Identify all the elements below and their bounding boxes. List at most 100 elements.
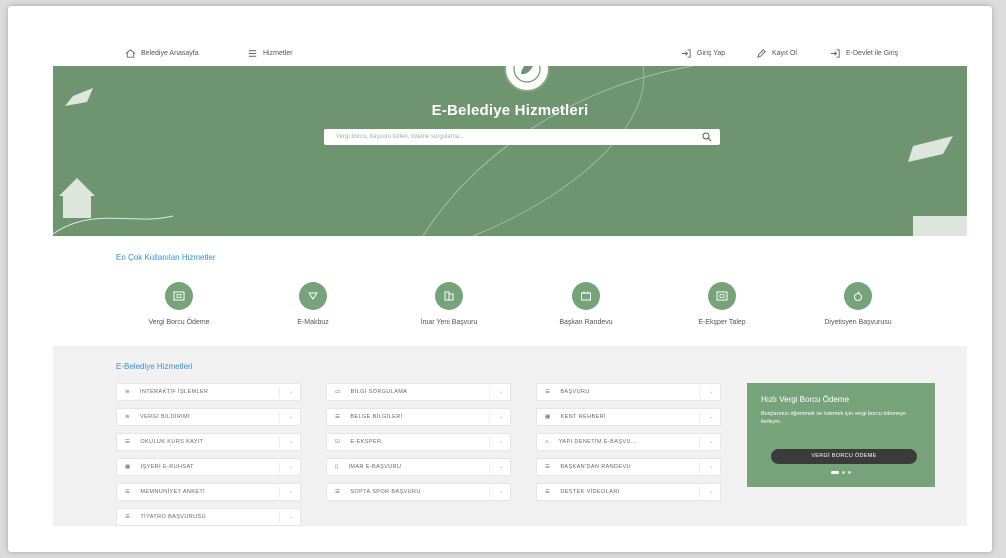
chevron-down-icon: ⌄ xyxy=(708,464,714,470)
menu-icon xyxy=(248,50,257,57)
carousel-dots xyxy=(831,471,851,474)
quick-item-vergi[interactable]: Vergi Borcu Ödeme xyxy=(104,282,254,326)
document-icon xyxy=(708,282,736,310)
e-services-panel: E-Belediye Hizmetleri ≋ İNTERAKTİF İŞLEML… xyxy=(53,346,967,526)
chevron-down-icon: ⌄ xyxy=(708,489,714,495)
quick-label: Başkan Randevu xyxy=(559,319,613,326)
chevron-down-icon: ⌄ xyxy=(498,439,504,445)
service-item[interactable]: ☑ E-EKSPER ⌄ xyxy=(326,433,511,451)
document-list-icon: ☰ xyxy=(545,389,551,395)
map-icon: ▦ xyxy=(545,414,551,420)
service-label: DESTEK VİDEOLARI xyxy=(560,489,620,495)
building-icon: ▯ xyxy=(335,464,339,470)
layers-icon: ≋ xyxy=(125,414,131,420)
document-list-icon: ☰ xyxy=(335,489,341,495)
payment-icon xyxy=(165,282,193,310)
layers-icon: ≋ xyxy=(125,389,131,395)
service-label: MEMNUNİYET ANKETİ xyxy=(140,489,206,495)
service-item[interactable]: ☰ TİYATRO BAŞVURUSU ⌄ xyxy=(116,508,301,526)
service-item[interactable]: ☰ MEMNUNİYET ANKETİ ⌄ xyxy=(116,483,301,501)
quick-item-diyetisyen[interactable]: Diyetisyen Başvurusu xyxy=(783,282,933,326)
service-item[interactable]: ≋ VERGİ BİLDİRİMİ ⌄ xyxy=(116,408,301,426)
service-item[interactable]: ☰ BELGE BİLGİLERİ ⌄ xyxy=(326,408,511,426)
services-title: E-Belediye Hizmetleri xyxy=(116,362,193,371)
service-item[interactable]: ≋ İNTERAKTİF İŞLEMLER ⌄ xyxy=(116,383,301,401)
service-item[interactable]: ▯ İMAR E-BAŞVURU ⌄ xyxy=(326,458,511,476)
search-icon[interactable] xyxy=(702,132,712,142)
service-label: İMAR E-BAŞVURU xyxy=(348,464,402,470)
checklist-icon: ☑ xyxy=(335,439,341,445)
document-list-icon: ☰ xyxy=(545,489,551,495)
chevron-down-icon: ⌄ xyxy=(288,439,294,445)
most-used-title: En Çok Kullanılan Hizmetler xyxy=(116,253,216,262)
service-item[interactable]: ⌂ YAPI DENETİM E-BAŞVU... ⌄ xyxy=(536,433,721,451)
carousel-dot[interactable] xyxy=(842,471,845,474)
service-item[interactable]: ▦ KENT REHBERİ ⌄ xyxy=(536,408,721,426)
quick-item-imar[interactable]: İmar Yeni Başvuru xyxy=(374,282,524,326)
service-label: TİYATRO BAŞVURUSU xyxy=(140,514,206,520)
chevron-down-icon: ⌄ xyxy=(498,414,504,420)
service-item[interactable]: ☰ SOPTA SPOR BAŞVURU ⌄ xyxy=(326,483,511,501)
home-icon xyxy=(125,49,136,58)
service-label: BELGE BİLGİLERİ xyxy=(350,414,403,420)
login-icon xyxy=(681,49,691,58)
service-label: İNTERAKTİF İŞLEMLER xyxy=(140,389,209,395)
carousel-dot[interactable] xyxy=(831,471,839,474)
document-list-icon: ☰ xyxy=(125,514,131,520)
monitor-icon: ▭ xyxy=(335,389,341,395)
service-label: VERGİ BİLDİRİMİ xyxy=(140,414,191,420)
quick-label: Diyetisyen Başvurusu xyxy=(824,319,892,326)
promo-pay-button[interactable]: VERGİ BORCU ÖDEME xyxy=(771,449,917,464)
chevron-down-icon: ⌄ xyxy=(708,414,714,420)
chevron-down-icon: ⌄ xyxy=(288,514,294,520)
carousel-dot[interactable] xyxy=(848,471,851,474)
service-item[interactable]: ▭ BİLGİ SORGULAMA ⌄ xyxy=(326,383,511,401)
chevron-down-icon: ⌄ xyxy=(498,489,504,495)
hero-banner: E-Belediye Hizmetleri Vergi borcu, başvu… xyxy=(53,66,967,236)
hero-decoration xyxy=(53,66,967,236)
quick-label: E-Ekşper Talep xyxy=(698,319,746,326)
hero-search-input[interactable]: Vergi borcu, başvuru türleri, ödeme sorg… xyxy=(324,129,720,145)
chevron-down-icon: ⌄ xyxy=(288,464,294,470)
document-list-icon: ☰ xyxy=(125,439,131,445)
document-list-icon: ☰ xyxy=(545,464,551,470)
promo-card: Hızlı Vergi Borcu Ödeme Borçlarınızı öğr… xyxy=(747,383,935,487)
receipt-icon xyxy=(299,282,327,310)
chevron-down-icon: ⌄ xyxy=(288,489,294,495)
chevron-down-icon: ⌄ xyxy=(498,464,504,470)
nav-services-link[interactable]: Hizmetler xyxy=(247,48,293,59)
nav-edevlet-link[interactable]: E-Devlet ile Giriş xyxy=(830,48,898,59)
top-navigation: Belediye Anasayfa Hizmetler Giriş Yap Ka… xyxy=(8,44,992,66)
quick-label: İmar Yeni Başvuru xyxy=(420,319,478,326)
hero-title: E-Belediye Hizmetleri xyxy=(431,102,589,119)
service-label: YAPI DENETİM E-BAŞVU... xyxy=(558,439,637,445)
nav-register-link[interactable]: Kayıt Ol xyxy=(756,48,797,59)
box-icon: ⌂ xyxy=(545,439,549,445)
promo-text: Borçlarınızı öğrenmek ve ödemek için ver… xyxy=(761,411,906,425)
nav-home-label: Belediye Anasayfa xyxy=(141,50,199,57)
chevron-down-icon: ⌄ xyxy=(498,389,504,395)
service-label: BAŞKAN'DAN RANDEVU xyxy=(560,464,631,470)
service-label: BİLGİ SORGULAMA xyxy=(350,389,408,395)
service-item[interactable]: ☰ DESTEK VİDEOLARI ⌄ xyxy=(536,483,721,501)
calendar-icon xyxy=(572,282,600,310)
service-item[interactable]: ☰ BAŞVURU ⌄ xyxy=(536,383,721,401)
quick-item-eksper[interactable]: E-Ekşper Talep xyxy=(647,282,797,326)
quick-item-randevu[interactable]: Başkan Randevu xyxy=(511,282,661,326)
service-item[interactable]: ☰ OKULUK KURS KAYIT ⌄ xyxy=(116,433,301,451)
browser-frame: Belediye Anasayfa Hizmetler Giriş Yap Ka… xyxy=(8,6,992,552)
service-item[interactable]: ▦ İŞYERİ E-RUHSAT ⌄ xyxy=(116,458,301,476)
service-label: SOPTA SPOR BAŞVURU xyxy=(350,489,421,495)
service-label: KENT REHBERİ xyxy=(560,414,606,420)
service-item[interactable]: ☰ BAŞKAN'DAN RANDEVU ⌄ xyxy=(536,458,721,476)
quick-item-makbuz[interactable]: E-Makbuz xyxy=(238,282,388,326)
edit-icon xyxy=(757,49,766,58)
nav-register-label: Kayıt Ol xyxy=(772,50,797,57)
nav-login-link[interactable]: Giriş Yap xyxy=(681,48,725,59)
login-icon xyxy=(830,49,840,58)
apple-icon xyxy=(844,282,872,310)
quick-label: E-Makbuz xyxy=(297,319,329,326)
service-label: OKULUK KURS KAYIT xyxy=(140,439,204,445)
search-placeholder: Vergi borcu, başvuru türleri, ödeme sorg… xyxy=(336,134,465,140)
nav-home-link[interactable]: Belediye Anasayfa xyxy=(125,48,199,59)
